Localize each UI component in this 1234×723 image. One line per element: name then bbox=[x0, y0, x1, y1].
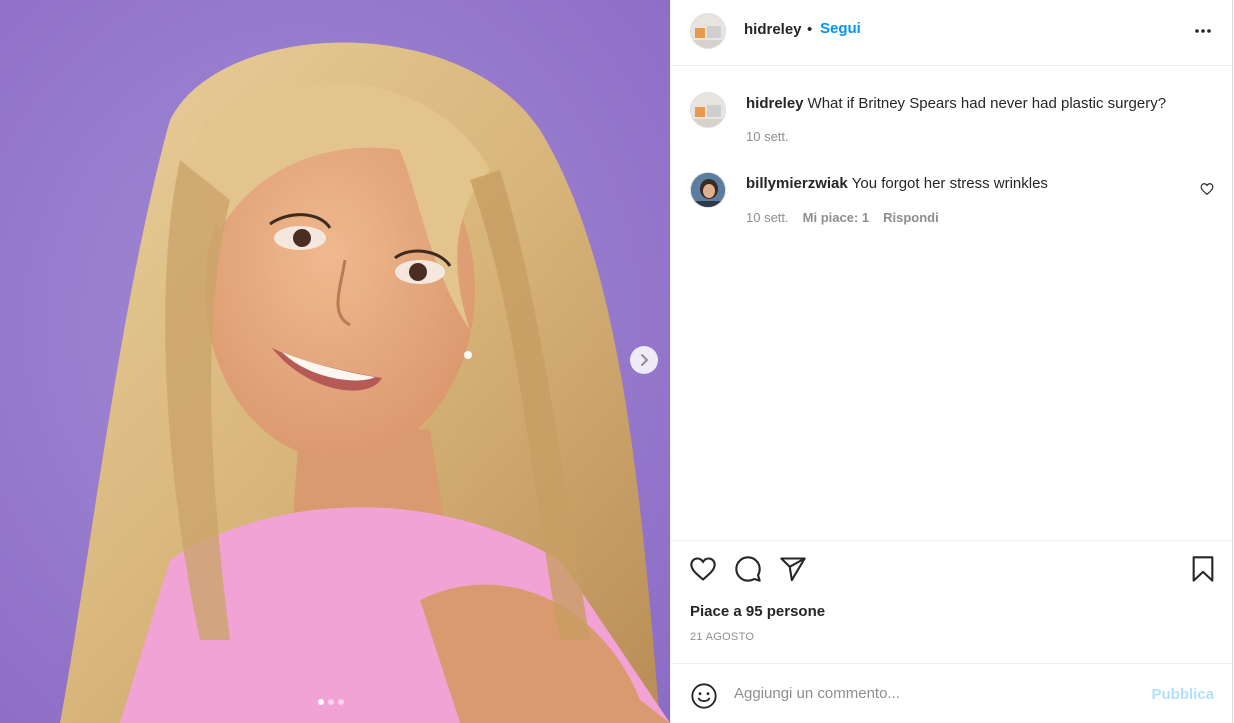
comment-likes[interactable]: Mi piace: 1 bbox=[803, 210, 869, 225]
like-heart-icon[interactable] bbox=[689, 555, 717, 583]
comment-meta: 10 sett. bbox=[746, 129, 789, 144]
comment-time[interactable]: 10 sett. bbox=[746, 129, 789, 144]
next-photo-button[interactable] bbox=[630, 346, 658, 374]
comments-list: hidreley What if Britney Spears had never… bbox=[671, 66, 1232, 540]
comment-text: You forgot her stress wrinkles bbox=[851, 175, 1048, 192]
avatar-image bbox=[691, 93, 725, 127]
comment-meta: 10 sett. Mi piace: 1 Rispondi bbox=[746, 210, 939, 225]
comment-text: What if Britney Spears had never had pla… bbox=[807, 95, 1167, 112]
carousel-dot-active bbox=[318, 699, 324, 705]
post-date[interactable]: 21 AGOSTO bbox=[690, 631, 754, 643]
post-photo bbox=[0, 0, 670, 723]
comment-bubble-icon[interactable] bbox=[734, 555, 762, 583]
share-send-icon[interactable] bbox=[779, 555, 807, 583]
avatar-image bbox=[691, 173, 725, 207]
like-comment-heart-icon[interactable] bbox=[1200, 182, 1214, 196]
reply-button[interactable]: Rispondi bbox=[883, 210, 939, 225]
chevron-right-icon bbox=[641, 354, 648, 366]
avatar[interactable] bbox=[690, 172, 726, 208]
avatar[interactable] bbox=[690, 13, 726, 49]
avatar-image bbox=[691, 14, 725, 48]
comment-author[interactable]: hidreley bbox=[746, 95, 804, 112]
post-media bbox=[0, 0, 670, 723]
more-options-icon[interactable] bbox=[1194, 22, 1212, 40]
likes-count[interactable]: Piace a 95 persone bbox=[690, 603, 825, 620]
carousel-dot bbox=[338, 699, 344, 705]
separator-dot: • bbox=[807, 21, 813, 38]
emoji-smiley-icon[interactable] bbox=[690, 682, 718, 710]
avatar[interactable] bbox=[690, 92, 726, 128]
add-comment-input[interactable] bbox=[734, 678, 1134, 708]
publish-button[interactable]: Pubblica bbox=[1151, 686, 1214, 703]
post-header: hidreley • Segui bbox=[671, 0, 1232, 66]
post-actions: Piace a 95 persone 21 AGOSTO bbox=[671, 540, 1232, 664]
comment-author[interactable]: billymierzwiak bbox=[746, 175, 848, 192]
post-author-username[interactable]: hidreley bbox=[744, 21, 802, 38]
carousel-indicator bbox=[318, 699, 344, 705]
comment-body: billymierzwiak You forgot her stress wrin… bbox=[746, 174, 1192, 194]
comment-body: hidreley What if Britney Spears had never… bbox=[746, 94, 1192, 114]
bookmark-save-icon[interactable] bbox=[1189, 555, 1217, 583]
follow-button[interactable]: Segui bbox=[820, 20, 861, 37]
post-side-panel: hidreley • Segui hidreley What if Britney… bbox=[670, 0, 1233, 723]
comment-time[interactable]: 10 sett. bbox=[746, 210, 789, 225]
add-comment-bar: Pubblica bbox=[671, 663, 1232, 723]
carousel-dot bbox=[328, 699, 334, 705]
